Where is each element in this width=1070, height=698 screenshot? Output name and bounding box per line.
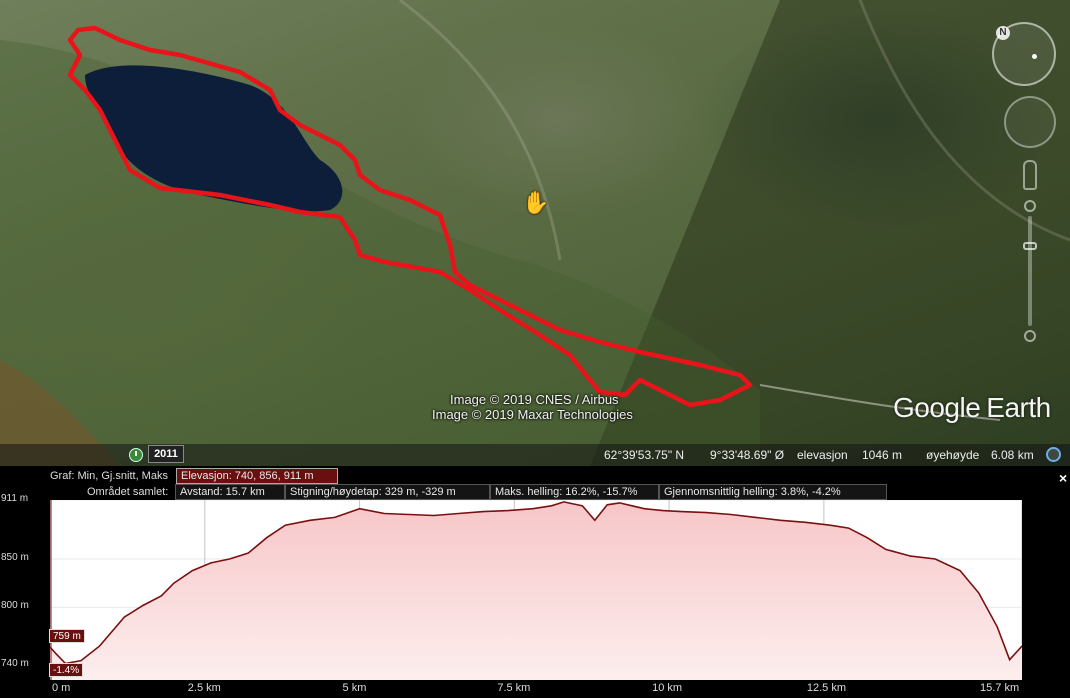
- compass-ring[interactable]: N: [992, 22, 1056, 86]
- look-joystick[interactable]: [1004, 96, 1056, 148]
- distance-stat: Avstand: 15.7 km: [175, 484, 285, 500]
- zoom-track[interactable]: [1028, 216, 1032, 326]
- elevation-profile-panel: Graf: Min, Gj.snitt, Maks Elevasjon: 740…: [0, 466, 1070, 698]
- area-summary-label: Området samlet:: [87, 486, 169, 498]
- max-slope-stat: Maks. helling: 16.2%, -15.7%: [490, 484, 659, 500]
- close-panel-icon[interactable]: ×: [1059, 470, 1067, 486]
- zoom-in-icon[interactable]: [1024, 200, 1036, 212]
- zoom-out-icon[interactable]: [1024, 330, 1036, 342]
- graph-label: Graf: Min, Gj.snitt, Maks: [50, 470, 168, 482]
- satellite-map[interactable]: Image © 2019 CNES / Airbus Image © 2019 …: [0, 0, 1070, 466]
- imagery-credit-2: Image © 2019 Maxar Technologies: [432, 407, 633, 422]
- x-tick-label: 2.5 km: [187, 682, 221, 694]
- logo-google: Google: [893, 392, 981, 423]
- gain-loss-stat: Stigning/høydetap: 329 m, -329 m: [285, 484, 490, 500]
- zoom-slider[interactable]: [1023, 198, 1037, 344]
- elevation-chart[interactable]: [49, 499, 1023, 680]
- y-tick-label: 740 m: [1, 658, 29, 670]
- x-tick-label: 15.7 km: [980, 682, 1020, 694]
- x-tick-label: 0 m: [52, 682, 71, 694]
- hand-cursor-icon: ✋: [522, 190, 550, 215]
- street-view-person-icon[interactable]: [1023, 160, 1037, 190]
- y-tick-label: 911 m: [1, 493, 29, 504]
- latitude-readout: 62°39'53.75" N: [604, 448, 685, 462]
- x-tick-label: 10 km: [652, 682, 683, 694]
- imagery-year-badge[interactable]: 2011: [148, 445, 184, 463]
- north-reset-icon[interactable]: N: [996, 26, 1010, 40]
- cursor-slope-tag: -1.4%: [49, 663, 84, 677]
- cursor-elevation-tag: 759 m: [49, 629, 85, 643]
- globe-status-icon: [1046, 447, 1061, 462]
- ridge-line: [399, 0, 562, 261]
- x-tick-label: 12.5 km: [806, 682, 847, 694]
- avg-slope-stat: Gjennomsnittlig helling: 3.8%, -4.2%: [659, 484, 887, 500]
- eye-altitude-label: øyehøyde: [926, 448, 980, 462]
- x-tick-label: 7.5 km: [497, 682, 531, 694]
- google-earth-logo: Google Earth: [893, 392, 1051, 424]
- zoom-knob[interactable]: [1023, 242, 1037, 250]
- x-tick-label: 5 km: [342, 682, 367, 694]
- y-tick-label: 800 m: [1, 600, 29, 612]
- y-tick-label: 850 m: [1, 552, 29, 564]
- elevation-chart-svg[interactable]: [49, 499, 1023, 680]
- longitude-readout: 9°33'48.69" Ø: [710, 448, 785, 462]
- graph-selection[interactable]: Elevasjon: 740, 856, 911 m: [176, 468, 338, 484]
- google-earth-window: Image © 2019 CNES / Airbus Image © 2019 …: [0, 0, 1070, 698]
- eye-altitude-readout: 6.08 km: [991, 448, 1034, 462]
- compass-center-icon: [1032, 54, 1037, 59]
- logo-earth: Earth: [986, 392, 1051, 423]
- historical-imagery-clock-icon[interactable]: [129, 448, 143, 462]
- elevation-label: elevasjon: [797, 448, 848, 462]
- elevation-area: [50, 501, 1022, 680]
- elevation-readout: 1046 m: [862, 448, 903, 462]
- imagery-credit-1: Image © 2019 CNES / Airbus: [450, 392, 619, 407]
